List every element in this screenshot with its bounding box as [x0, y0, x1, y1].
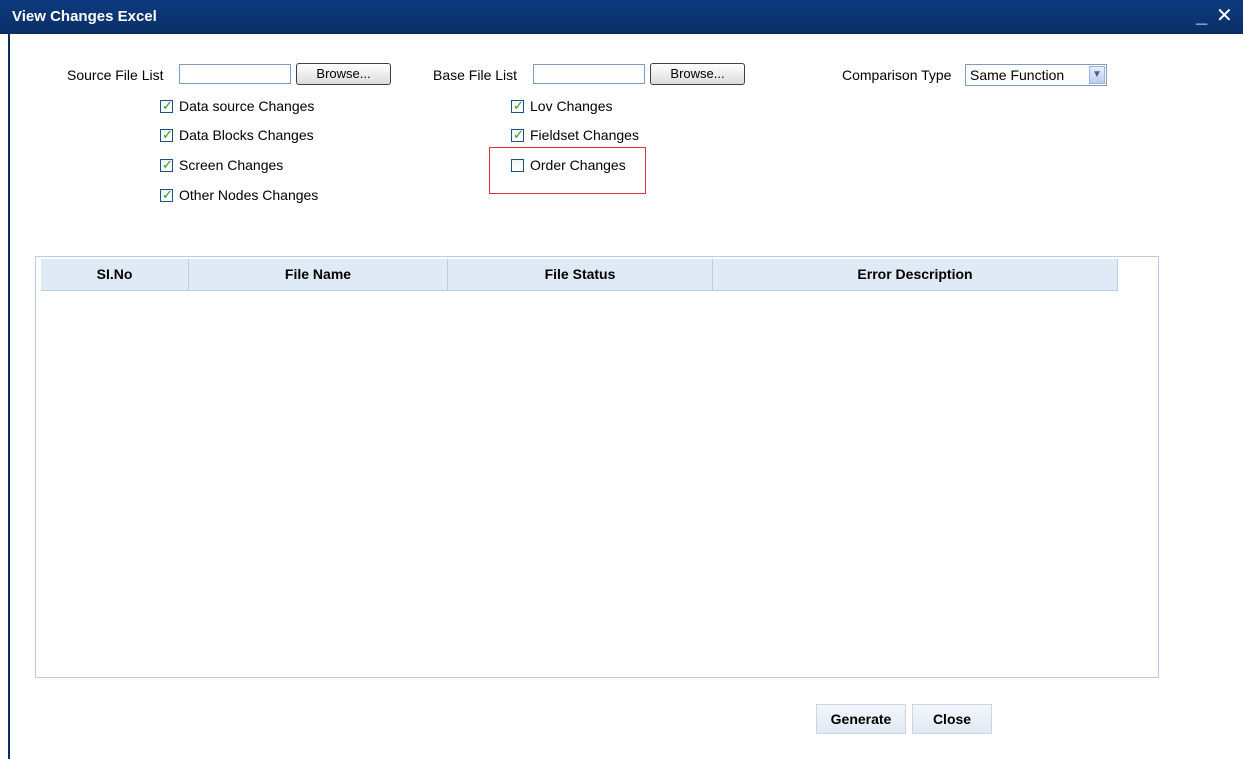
window-left-border: [8, 34, 10, 759]
grid-header: SI.No File Name File Status Error Descri…: [41, 259, 1118, 291]
checkbox[interactable]: ✓: [511, 98, 524, 113]
chevron-down-icon[interactable]: ▼: [1089, 66, 1105, 84]
close-icon[interactable]: ✕: [1216, 4, 1233, 28]
checkbox[interactable]: ✓: [160, 98, 173, 113]
minimize-icon[interactable]: _: [1196, 4, 1207, 28]
checkbox-label: Data source Changes: [179, 98, 315, 114]
base-browse-button[interactable]: Browse...: [650, 63, 745, 85]
checkbox-label: Fieldset Changes: [530, 127, 639, 143]
base-file-list-input[interactable]: [533, 64, 645, 84]
source-file-list-label: Source File List: [67, 67, 164, 83]
checkbox[interactable]: ✓: [511, 127, 524, 142]
base-file-list-label: Base File List: [433, 67, 518, 83]
column-header-si-no[interactable]: SI.No: [41, 259, 189, 290]
title-bar: View Changes Excel _ ✕: [0, 0, 1243, 34]
checkbox[interactable]: ✓: [160, 157, 173, 172]
checkbox-label: Data Blocks Changes: [179, 127, 314, 143]
checkmark-icon: ✓: [162, 157, 173, 172]
column-header-file-status[interactable]: File Status: [448, 259, 713, 290]
checkbox-label: Other Nodes Changes: [179, 187, 319, 203]
close-button[interactable]: Close: [912, 704, 992, 734]
checkbox[interactable]: ✓: [160, 187, 173, 202]
generate-button[interactable]: Generate: [816, 704, 906, 734]
checkmark-icon: ✓: [513, 127, 524, 142]
checkmark-icon: ✓: [513, 98, 524, 113]
checkbox[interactable]: ✓: [160, 127, 173, 142]
checkmark-icon: ✓: [162, 98, 173, 113]
order-changes-highlight: [489, 147, 646, 194]
source-browse-button[interactable]: Browse...: [296, 63, 391, 85]
checkbox-label: Screen Changes: [179, 157, 284, 173]
window-title: View Changes Excel: [12, 8, 157, 25]
results-grid: SI.No File Name File Status Error Descri…: [35, 256, 1159, 678]
column-header-error-description[interactable]: Error Description: [713, 259, 1118, 290]
view-changes-excel-dialog: View Changes Excel _ ✕ Source File List …: [0, 0, 1243, 759]
checkbox-label: Lov Changes: [530, 98, 613, 114]
checkmark-icon: ✓: [162, 127, 173, 142]
comparison-type-label: Comparison Type: [842, 67, 952, 83]
source-file-list-input[interactable]: [179, 64, 291, 84]
column-header-file-name[interactable]: File Name: [189, 259, 448, 290]
checkmark-icon: ✓: [162, 187, 173, 202]
comparison-type-select[interactable]: Same Function ▼: [965, 64, 1107, 86]
comparison-type-value: Same Function: [970, 67, 1065, 83]
